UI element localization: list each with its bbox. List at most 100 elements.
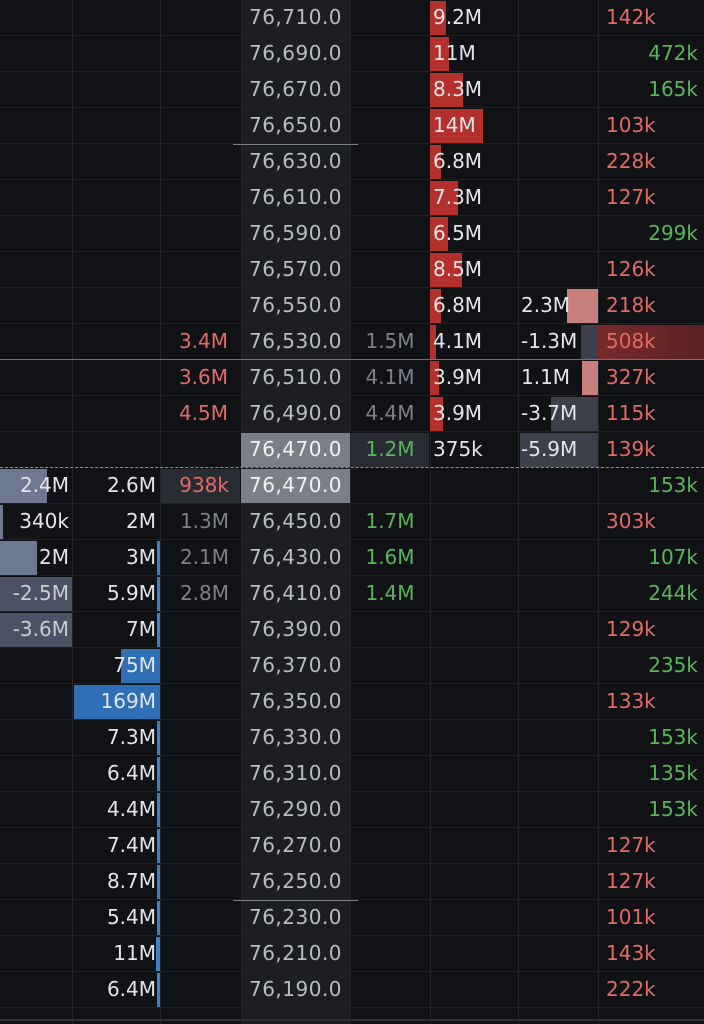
bid-size-cell[interactable]: 7M <box>72 612 160 648</box>
volume-cell[interactable]: 142k <box>598 0 704 36</box>
volume-cell[interactable]: 143k <box>598 936 704 972</box>
volume-cell[interactable]: 101k <box>598 900 704 936</box>
volume-cell[interactable]: 299k <box>598 216 704 252</box>
volume-cell[interactable]: 222k <box>598 972 704 1008</box>
ladder-row[interactable]: -3.6M 7M 76,390.0 129k <box>0 612 704 648</box>
ladder-row[interactable]: 6.4M 76,190.0 222k <box>0 972 704 1008</box>
passive-orders-cell[interactable]: 3.6M <box>160 360 241 396</box>
ladder-row[interactable]: 76,470.0 1.2M 375k -5.9M 139k <box>0 432 704 468</box>
bid-size-cell[interactable]: 7.4M <box>72 828 160 864</box>
cum-delta-cell[interactable]: 340k <box>0 504 72 540</box>
ladder-row[interactable]: 76,650.0 14M 103k <box>0 108 704 144</box>
price-cell[interactable]: 76,510.0 <box>241 360 350 396</box>
volume-cell[interactable]: 303k <box>598 504 704 540</box>
ladder-row[interactable]: 5.4M 76,230.0 101k <box>0 900 704 936</box>
delta-cell[interactable]: -5.9M <box>518 432 598 468</box>
volume-cell[interactable]: 153k <box>598 468 704 504</box>
passive-orders-cell[interactable]: 4.5M <box>160 396 241 432</box>
price-cell[interactable]: 76,430.0 <box>241 540 350 576</box>
price-cell[interactable]: 76,310.0 <box>241 756 350 792</box>
volume-cell[interactable]: 107k <box>598 540 704 576</box>
passive-orders-cell[interactable]: 2.8M <box>160 576 241 612</box>
delta-cell[interactable]: 1.1M <box>518 360 598 396</box>
price-cell[interactable]: 76,330.0 <box>241 720 350 756</box>
ladder-row[interactable]: 3.6M 76,510.0 4.1M 3.9M 1.1M 327k <box>0 360 704 396</box>
ladder-row[interactable]: 76,710.0 9.2M 142k <box>0 0 704 36</box>
ladder-row[interactable]: 169M 76,350.0 133k <box>0 684 704 720</box>
volume-cell[interactable]: 103k <box>598 108 704 144</box>
volume-cell[interactable]: 165k <box>598 72 704 108</box>
price-cell[interactable]: 76,470.0 <box>241 432 350 468</box>
volume-cell[interactable]: 139k <box>598 432 704 468</box>
price-cell[interactable]: 76,670.0 <box>241 72 350 108</box>
price-cell[interactable]: 76,590.0 <box>241 216 350 252</box>
passive-orders-cell[interactable]: 3.4M <box>160 324 241 360</box>
passive-orders-cell[interactable]: 1.3M <box>160 504 241 540</box>
ask-size-cell[interactable]: 8.5M <box>430 252 518 288</box>
price-cell[interactable]: 76,530.0 <box>241 324 350 360</box>
price-cell[interactable]: 76,550.0 <box>241 288 350 324</box>
ladder-row[interactable]: 76,610.0 7.3M 127k <box>0 180 704 216</box>
ladder-row[interactable]: -2.5M 5.9M 2.8M 76,410.0 1.4M 244k <box>0 576 704 612</box>
bid-size-cell[interactable]: 5.9M <box>72 576 160 612</box>
bid-size-cell[interactable]: 2M <box>72 504 160 540</box>
ask-size-cell[interactable]: 3.9M <box>430 396 518 432</box>
ask-size-cell[interactable]: 11M <box>430 36 518 72</box>
volume-cell[interactable]: 133k <box>598 684 704 720</box>
ask-size-cell[interactable]: 9.2M <box>430 0 518 36</box>
trade-volume-cell[interactable]: 1.4M <box>350 576 430 612</box>
cum-delta-cell[interactable]: 2.4M <box>0 468 72 504</box>
price-cell[interactable]: 76,410.0 <box>241 576 350 612</box>
ladder-row[interactable]: 76,670.0 8.3M 165k <box>0 72 704 108</box>
bid-size-cell[interactable]: 5.4M <box>72 900 160 936</box>
price-cell[interactable]: 76,690.0 <box>241 36 350 72</box>
dom-price-ladder[interactable]: 76,710.0 9.2M 142k 76,690.0 11M 472k 76,670.0 8… <box>0 0 704 1024</box>
price-cell[interactable]: 76,390.0 <box>241 612 350 648</box>
volume-cell[interactable]: 115k <box>598 396 704 432</box>
bid-size-cell[interactable]: 2.6M <box>72 468 160 504</box>
ask-size-cell[interactable]: 375k <box>430 432 518 468</box>
volume-cell[interactable]: 228k <box>598 144 704 180</box>
price-cell[interactable]: 76,650.0 <box>241 108 350 144</box>
price-cell[interactable]: 76,230.0 <box>241 900 350 936</box>
volume-cell[interactable]: 127k <box>598 828 704 864</box>
bid-size-cell[interactable]: 169M <box>72 684 160 720</box>
ladder-row[interactable]: 7.3M 76,330.0 153k <box>0 720 704 756</box>
volume-cell[interactable]: 135k <box>598 756 704 792</box>
ask-size-cell[interactable]: 4.1M <box>430 324 518 360</box>
trade-volume-cell[interactable]: 4.1M <box>350 360 430 396</box>
price-cell[interactable]: 76,210.0 <box>241 936 350 972</box>
volume-cell[interactable]: 508k <box>598 324 704 360</box>
delta-cell[interactable]: -3.7M <box>518 396 598 432</box>
bid-size-cell[interactable]: 6.4M <box>72 756 160 792</box>
volume-cell[interactable]: 127k <box>598 864 704 900</box>
ladder-row[interactable]: 2M 3M 2.1M 76,430.0 1.6M 107k <box>0 540 704 576</box>
ask-size-cell[interactable]: 7.3M <box>430 180 518 216</box>
price-cell[interactable]: 76,490.0 <box>241 396 350 432</box>
ladder-row[interactable]: 340k 2M 1.3M 76,450.0 1.7M 303k <box>0 504 704 540</box>
passive-orders-cell[interactable]: 938k <box>160 468 241 504</box>
ladder-row[interactable]: 76,590.0 6.5M 299k <box>0 216 704 252</box>
ladder-row[interactable]: 76,550.0 6.8M 2.3M 218k <box>0 288 704 324</box>
volume-cell[interactable]: 472k <box>598 36 704 72</box>
price-cell[interactable]: 76,570.0 <box>241 252 350 288</box>
bid-size-cell[interactable]: 4.4M <box>72 792 160 828</box>
ladder-row[interactable]: 7.4M 76,270.0 127k <box>0 828 704 864</box>
bid-size-cell[interactable]: 11M <box>72 936 160 972</box>
delta-cell[interactable]: 2.3M <box>518 288 598 324</box>
bid-size-cell[interactable]: 75M <box>72 648 160 684</box>
price-cell[interactable]: 76,290.0 <box>241 792 350 828</box>
volume-cell[interactable]: 235k <box>598 648 704 684</box>
ask-size-cell[interactable]: 6.5M <box>430 216 518 252</box>
ask-size-cell[interactable]: 8.3M <box>430 72 518 108</box>
volume-cell[interactable]: 327k <box>598 360 704 396</box>
ladder-row[interactable]: 2.4M 2.6M 938k 76,470.0 153k <box>0 468 704 504</box>
ladder-row[interactable]: 76,630.0 6.8M 228k <box>0 144 704 180</box>
cum-delta-cell[interactable]: 2M <box>0 540 72 576</box>
ladder-row[interactable]: 4.4M 76,290.0 153k <box>0 792 704 828</box>
delta-cell[interactable]: -1.3M <box>518 324 598 360</box>
price-cell[interactable]: 76,470.0 <box>241 468 350 504</box>
ladder-row[interactable]: 4.5M 76,490.0 4.4M 3.9M -3.7M 115k <box>0 396 704 432</box>
trade-volume-cell[interactable]: 1.2M <box>350 432 430 468</box>
ask-size-cell[interactable]: 6.8M <box>430 288 518 324</box>
